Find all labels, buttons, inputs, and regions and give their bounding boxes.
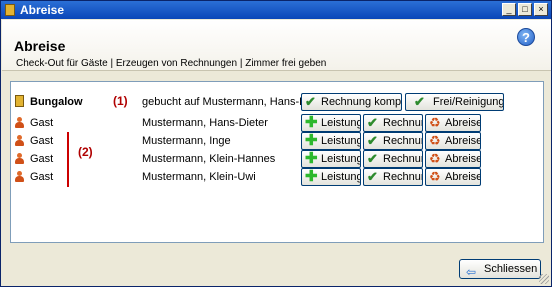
guest-type-label: Gast [30,171,54,183]
abreise-button[interactable]: ♻ Abreise [425,168,481,186]
button-label: Abreise [445,153,481,165]
button-label: Abreise [445,117,481,129]
guest-name: Mustermann, Inge [142,135,231,147]
header-panel: Abreise Check-Out für Gäste | Erzeugen v… [2,20,551,71]
rechnung-button[interactable]: ✔ Rechnung [363,150,423,168]
button-label: Abreise [445,135,481,147]
annotation-bracket [67,132,69,187]
check-icon: ✔ [414,94,425,109]
annotation-1: (1) [113,94,128,108]
guest-icon [15,171,24,182]
bungalow-row: Bungalow (1) gebucht auf Mustermann, Han… [11,93,531,111]
checkout-icon: ♻ [429,115,441,130]
abreise-button[interactable]: ♻ Abreise [425,150,481,168]
abreise-window: Abreise _ □ × Abreise Check-Out für Gäst… [0,0,552,287]
bungalow-icon [15,95,24,107]
guest-type-label: Gast [30,153,54,165]
check-icon: ✔ [367,169,378,184]
check-icon: ✔ [367,115,378,130]
title-bar[interactable]: Abreise _ □ × [1,1,551,19]
abreise-button[interactable]: ♻ Abreise [425,114,481,132]
resize-grip[interactable] [539,274,549,284]
check-icon: ✔ [367,151,378,166]
guest-icon [15,135,24,146]
leistung-button[interactable]: ✚ Leistung [301,168,361,186]
close-door-icon: ⇦ [466,265,477,279]
guest-row: Gast Mustermann, Hans-Dieter ✚ Leistung … [11,114,531,132]
check-icon: ✔ [367,133,378,148]
leistung-button[interactable]: ✚ Leistung [301,150,361,168]
plus-icon: ✚ [305,114,318,131]
guest-name: Mustermann, Klein-Hannes [142,153,276,165]
guest-row: Gast Mustermann, Klein-Uwi ✚ Leistung ✔ … [11,168,531,186]
maximize-button[interactable]: □ [518,3,532,16]
check-icon: ✔ [305,94,316,109]
leistung-button[interactable]: ✚ Leistung [301,114,361,132]
window-title: Abreise [20,3,65,17]
page-subtitle: Check-Out für Gäste | Erzeugen von Rechn… [16,58,327,69]
button-label: Rechnung [383,117,422,129]
unit-type-label: Bungalow [30,96,83,108]
checkout-icon: ♻ [429,151,441,166]
help-icon[interactable]: ? [517,28,535,46]
guest-name: Mustermann, Klein-Uwi [142,171,256,183]
abreise-button[interactable]: ♻ Abreise [425,132,481,150]
app-icon [5,4,15,16]
rechnung-komplett-button[interactable]: ✔ Rechnung komplett [301,93,402,111]
checkout-icon: ♻ [429,133,441,148]
rechnung-button[interactable]: ✔ Rechnung [363,114,423,132]
button-label: Frei/Reinigung [433,96,504,108]
frei-reinigung-button[interactable]: ✔ Frei/Reinigung [405,93,504,111]
button-label: Schliessen [484,263,538,275]
guest-name: Mustermann, Hans-Dieter [142,117,268,129]
guest-icon [15,153,24,164]
minimize-button[interactable]: _ [502,3,516,16]
leistung-button[interactable]: ✚ Leistung [301,132,361,150]
rechnung-button[interactable]: ✔ Rechnung [363,168,423,186]
plus-icon: ✚ [305,150,318,167]
checkout-icon: ♻ [429,169,441,184]
button-label: Leistung [321,135,361,147]
button-label: Leistung [321,117,361,129]
window-controls: _ □ × [502,3,548,16]
button-label: Leistung [321,171,361,183]
guest-icon [15,117,24,128]
guest-type-label: Gast [30,117,54,129]
guest-type-label: Gast [30,135,54,147]
button-label: Rechnung komplett [321,96,402,108]
button-label: Abreise [445,171,481,183]
plus-icon: ✚ [305,168,318,185]
page-title: Abreise [14,38,66,54]
plus-icon: ✚ [305,132,318,149]
rechnung-button[interactable]: ✔ Rechnung [363,132,423,150]
button-label: Rechnung [383,135,422,147]
button-label: Rechnung [383,153,422,165]
button-label: Leistung [321,153,361,165]
annotation-2: (2) [78,145,93,159]
button-label: Rechnung [383,171,422,183]
close-window-button[interactable]: × [534,3,548,16]
schliessen-button[interactable]: ⇦ Schliessen [459,259,541,279]
